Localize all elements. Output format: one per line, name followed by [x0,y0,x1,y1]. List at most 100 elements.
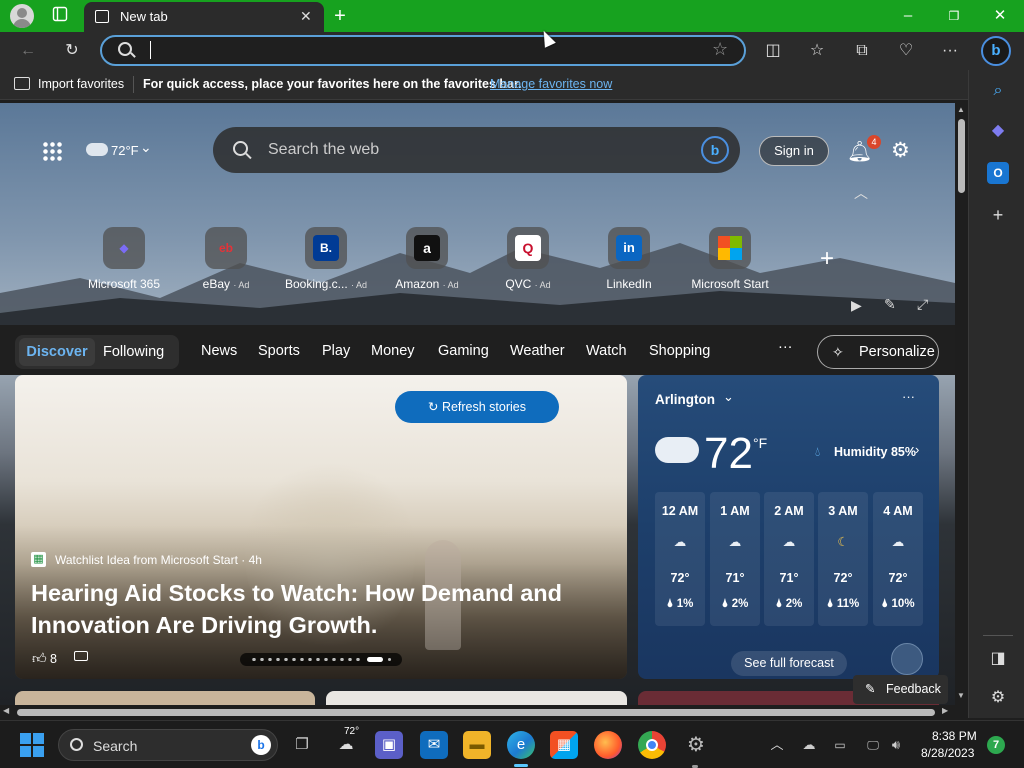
quick-link-microsoft-start[interactable]: Microsoft Start [680,227,780,291]
story-card-peek[interactable] [326,691,627,705]
quick-link-ebay[interactable]: eb eBay · Ad [176,227,276,291]
location-chevron-icon[interactable]: ⌄ [723,389,734,405]
nav-money[interactable]: Money [371,343,415,359]
mail-icon[interactable]: ✉ [420,731,448,759]
hourly-forecast-item[interactable]: 1 AM ☁ 71° 🌢︎ 2% [710,492,760,626]
show-hidden-icons-chevron[interactable]: ︿ [763,731,791,759]
restore-icon[interactable]: ❐ [944,6,964,26]
quick-link-microsoft-365[interactable]: ◆ Microsoft 365 [74,227,174,291]
weather-card[interactable]: Arlington ⌄ ··· 72 °F 💧︎ Humidity 85% › … [638,375,939,679]
profile-avatar[interactable] [10,4,34,28]
see-full-forecast-button[interactable]: See full forecast [731,651,847,676]
task-view-icon[interactable]: ❐ [288,731,316,759]
nav-more[interactable]: ··· [778,339,793,355]
quick-link-amazon[interactable]: a Amazon · Ad [377,227,477,291]
personalize-button[interactable]: ✧ Personalize [817,335,939,369]
firefox-icon[interactable] [594,731,622,759]
nav-watch[interactable]: Watch [586,343,627,359]
favorites-icon[interactable]: ☆ [806,40,828,62]
scroll-up-arrow[interactable]: ▲ [957,105,965,114]
teams-chat-icon[interactable]: ▣ [375,731,403,759]
collapse-chevron-icon[interactable]: ︿ [854,183,868,203]
edit-background-icon[interactable]: ✎ [884,296,896,313]
collections-icon[interactable]: ⧉ [851,40,873,62]
add-quick-link-icon[interactable]: + [820,245,834,273]
hourly-forecast-item[interactable]: 2 AM ☁ 71° 🌢︎ 2% [764,492,814,626]
weather-location[interactable]: Arlington [655,392,715,407]
sidebar-add-icon[interactable]: + [987,204,1009,226]
sidebar-copilot-icon[interactable]: ◆ [987,120,1009,142]
scroll-down-arrow[interactable]: ▼ [957,691,965,700]
tab-actions-icon[interactable] [50,6,70,26]
settings-app-icon[interactable]: ⚙ [682,731,710,759]
web-search-box[interactable]: Search the web b [213,127,740,173]
refresh-stories-button[interactable]: ↻ Refresh stories [395,391,559,423]
nav-weather[interactable]: Weather [510,343,565,359]
keyboard-icon[interactable]: ▭ [826,731,854,759]
microsoft-store-icon[interactable]: ▦ [550,731,578,759]
play-background-icon[interactable]: ▶ [851,297,862,314]
manage-favorites-link[interactable]: Manage favorites now [490,77,612,91]
close-window-icon[interactable]: ✕ [990,6,1010,26]
volume-icon[interactable]: 🔊︎ [882,731,910,759]
nav-shopping[interactable]: Shopping [649,343,710,359]
hourly-forecast-item[interactable]: 4 AM ☁ 72° 🌢︎ 10% [873,492,923,626]
split-screen-icon[interactable]: ◫ [762,40,784,62]
bing-chat-icon[interactable]: b [701,136,729,164]
browser-essentials-icon[interactable]: ♡ [895,40,917,62]
back-icon[interactable]: ← [17,40,39,62]
sign-in-button[interactable]: Sign in [759,136,829,166]
apps-launcher-icon[interactable] [42,141,62,161]
nav-sports[interactable]: Sports [258,343,300,359]
hourly-forecast-item[interactable]: 3 AM ☾ 72° 🌢︎ 11% [818,492,868,626]
hide-sidebar-icon[interactable]: ◨ [987,648,1009,670]
carousel-dots[interactable] [240,653,402,666]
vertical-scrollbar[interactable]: ▲ ▼ [955,103,968,705]
chevron-down-icon[interactable]: ⌄ [140,139,152,156]
onedrive-icon[interactable]: ☁ [795,731,823,759]
address-input[interactable] [150,41,154,59]
favorite-star-icon[interactable]: ☆ [712,39,728,60]
hourly-forecast-item[interactable]: 12 AM ☁ 72° 🌢︎ 1% [655,492,705,626]
humidity-chevron-icon[interactable]: › [915,442,919,457]
taskbar-search-box[interactable]: Search b [58,729,278,761]
chrome-icon[interactable] [638,731,666,759]
story-card-peek[interactable] [15,691,315,705]
nav-play[interactable]: Play [322,343,350,359]
sidebar-settings-icon[interactable]: ⚙ [987,687,1009,709]
address-bar[interactable]: ☆ [100,35,746,66]
file-explorer-icon[interactable]: ▬ [463,731,491,759]
quick-link-qvc[interactable]: Q QVC · Ad [478,227,578,291]
comment-icon[interactable] [74,651,88,661]
like-icon[interactable]: 👍︎ [32,650,47,667]
scroll-left-arrow[interactable]: ◀ [3,706,9,715]
top-story-card[interactable]: ↻ Refresh stories ▦ Watchlist Idea from … [15,375,627,679]
tab-discover[interactable]: Discover [19,338,95,366]
expand-icon[interactable]: ⤢ [917,296,928,313]
clock-time[interactable]: 8:38 PM [932,729,977,743]
clock-date[interactable]: 8/28/2023 [921,746,974,760]
more-icon[interactable]: ··· [939,40,961,62]
nav-gaming[interactable]: Gaming [438,343,489,359]
sidebar-outlook-icon[interactable]: O [987,162,1009,184]
weather-map-icon[interactable] [891,643,923,675]
copilot-icon[interactable]: b [981,36,1011,66]
minimize-icon[interactable]: – [898,6,918,26]
notification-center-badge[interactable]: 7 [987,736,1005,754]
close-tab-icon[interactable]: ✕ [300,8,312,25]
scroll-right-arrow[interactable]: ▶ [942,706,948,715]
feedback-button[interactable]: ✎ Feedback [853,675,948,704]
edge-icon[interactable]: e [507,731,535,759]
new-tab-button[interactable]: + [330,6,350,26]
refresh-icon[interactable]: ↻ [61,40,83,62]
tab-new-tab[interactable]: New tab ✕ [84,2,324,32]
nav-news[interactable]: News [201,343,237,359]
vertical-scroll-thumb[interactable] [958,119,965,193]
tab-following[interactable]: Following [103,344,164,360]
horizontal-scrollbar[interactable]: ◀ ▶ [0,705,955,719]
weather-more[interactable]: ··· [902,389,915,404]
horizontal-scroll-thumb[interactable] [17,709,935,716]
humidity-value[interactable]: Humidity 85% [834,445,916,459]
quick-link-booking[interactable]: B. Booking.c... · Ad [276,227,376,291]
settings-gear-icon[interactable]: ⚙ [891,138,910,163]
